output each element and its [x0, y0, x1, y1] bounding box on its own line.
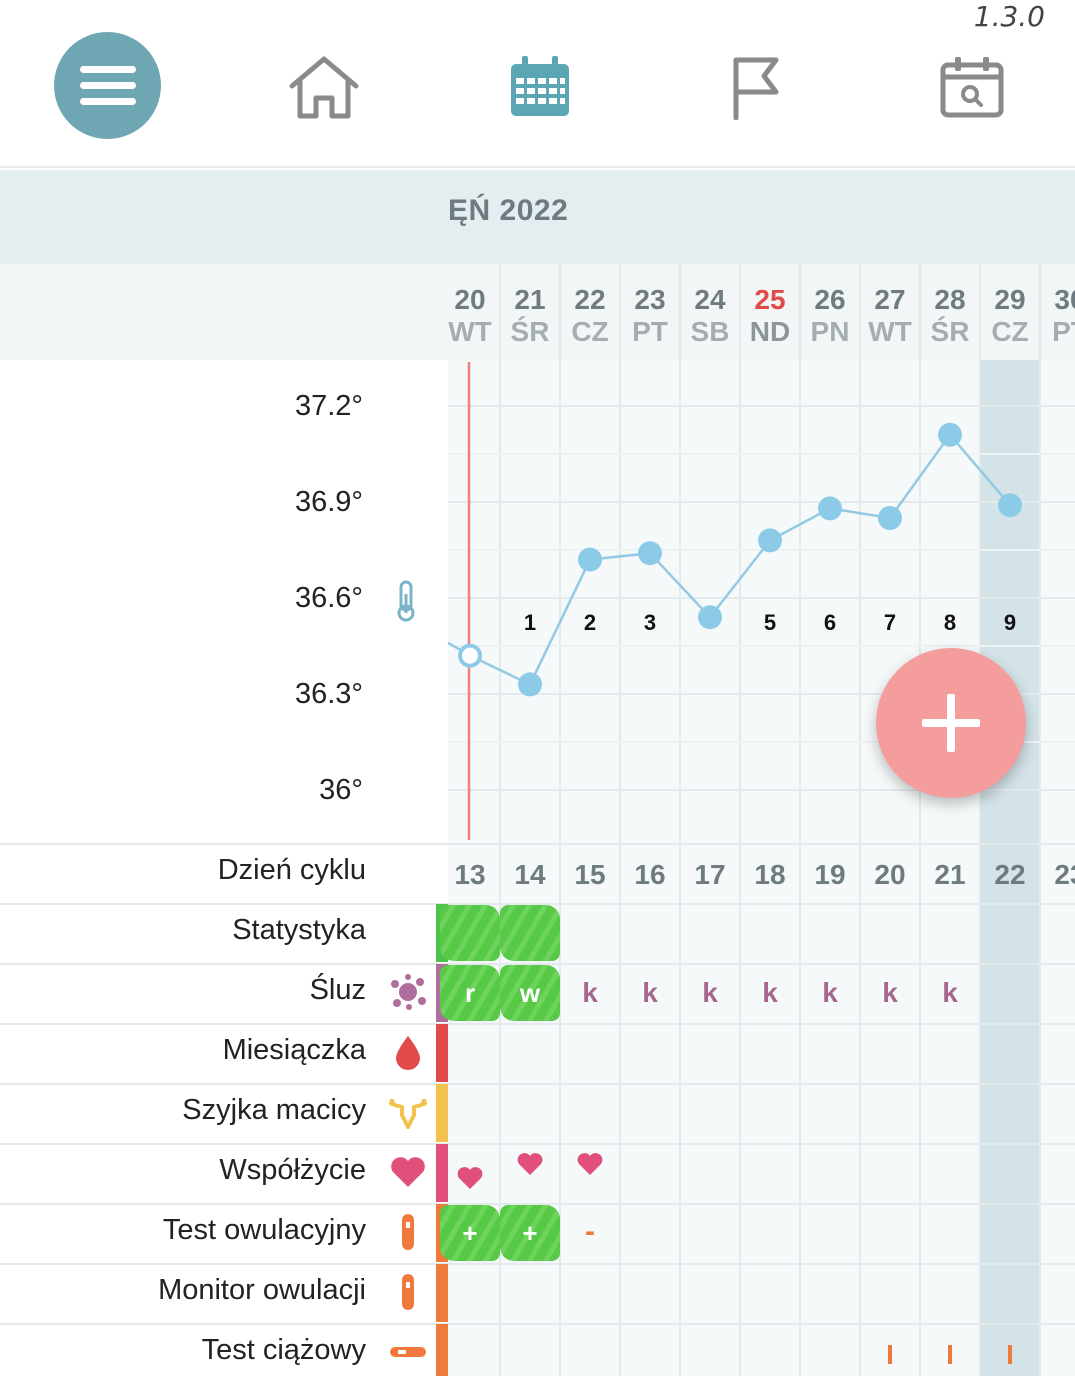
row-separator — [0, 1143, 1075, 1145]
temperature-point — [698, 605, 722, 630]
cycle-point-label: 2 — [584, 610, 596, 635]
add-entry-button[interactable] — [876, 648, 1026, 798]
cycle-day-number: 17 — [694, 859, 726, 890]
mucus-marker[interactable]: r — [440, 965, 500, 1021]
intercourse-heart-icon[interactable] — [576, 1151, 604, 1177]
pregnancy-test-value[interactable]: I — [860, 1339, 920, 1371]
pregnancy-test-value[interactable]: I — [980, 1339, 1040, 1371]
cycle-point-label: 6 — [824, 610, 836, 635]
temperature-point — [818, 496, 842, 521]
row-color-strip — [436, 1324, 448, 1376]
row-color-strip — [436, 1084, 448, 1142]
ovulation-test-marker[interactable]: + — [500, 1205, 560, 1261]
row-separator — [0, 843, 1075, 845]
temperature-point — [758, 528, 782, 553]
row-color-strip — [436, 1264, 448, 1322]
ovulation-test-value[interactable]: - — [560, 1215, 620, 1249]
row-label: Miesiączka — [222, 1034, 366, 1066]
stat-marker[interactable] — [500, 905, 560, 961]
row-label: Test owulacyjny — [162, 1214, 366, 1246]
temperature-point — [878, 506, 902, 530]
cycle-point-label: 9 — [1004, 610, 1016, 635]
mucus-marker[interactable]: w — [500, 965, 560, 1021]
row-color-strip — [436, 1144, 448, 1202]
app-screen: 1.3.0 ĘŃ 2022 20 WT 21 ŚR 22 CZ 23 PT 24… — [0, 0, 1075, 1376]
row-label: Współżycie — [219, 1154, 366, 1186]
mucus-value[interactable]: k — [620, 977, 680, 1009]
blood-drop-icon — [388, 1030, 428, 1074]
pregnancy-test-value[interactable]: I — [920, 1339, 980, 1371]
ovulation-test-marker[interactable]: + — [440, 1205, 500, 1261]
temperature-point — [638, 541, 662, 566]
splat-icon — [388, 970, 428, 1014]
mucus-value[interactable]: k — [920, 977, 980, 1009]
row-label: Śluz — [309, 974, 366, 1006]
mucus-value[interactable]: k — [740, 977, 800, 1009]
plus-icon — [922, 694, 980, 752]
temperature-point-open — [458, 643, 482, 668]
cycle-day-number: 14 — [514, 859, 546, 890]
row-color-strip — [436, 1024, 448, 1082]
ovulation-monitor-icon — [388, 1270, 428, 1314]
cycle-day-number: 20 — [874, 859, 906, 890]
cycle-point-label: 7 — [884, 610, 896, 635]
cycle-day-number: 13 — [454, 859, 486, 890]
temperature-point — [998, 493, 1022, 518]
uterus-icon — [388, 1090, 428, 1134]
cycle-point-label: 1 — [524, 610, 536, 635]
cycle-point-label: 5 — [764, 610, 776, 635]
temperature-point — [938, 422, 962, 447]
row-label: Szyjka macicy — [182, 1094, 366, 1126]
cycle-point-label: 8 — [944, 610, 956, 635]
intercourse-heart-icon[interactable] — [456, 1165, 484, 1191]
row-label: Test ciążowy — [201, 1334, 366, 1366]
stat-marker[interactable] — [440, 905, 500, 961]
row-separator — [0, 1323, 1075, 1325]
mucus-value[interactable]: k — [800, 977, 860, 1009]
cycle-day-number: 23 — [1054, 859, 1075, 890]
row-label: Statystyka — [232, 914, 366, 946]
temperature-point — [578, 547, 602, 572]
mucus-value[interactable]: k — [860, 977, 920, 1009]
cycle-day-number: 18 — [754, 859, 786, 890]
pregnancy-test-icon — [388, 1330, 428, 1374]
cycle-day-number: 21 — [934, 859, 966, 890]
cycle-point-label: 3 — [644, 610, 656, 635]
mucus-value[interactable]: k — [680, 977, 740, 1009]
row-separator — [0, 1083, 1075, 1085]
row-separator — [0, 1263, 1075, 1265]
row-label: Monitor owulacji — [158, 1274, 366, 1306]
cycle-day-number: 19 — [814, 859, 846, 890]
heart-icon — [388, 1150, 428, 1194]
intercourse-heart-icon[interactable] — [516, 1151, 544, 1177]
row-separator — [0, 1023, 1075, 1025]
cycle-day-number: 16 — [634, 859, 666, 890]
cycle-day-number: 15 — [574, 859, 606, 890]
row-label: Dzień cyklu — [217, 854, 366, 886]
mucus-value[interactable]: k — [560, 977, 620, 1009]
cycle-day-number: 22 — [994, 859, 1026, 890]
temperature-point — [518, 672, 542, 697]
ovulation-test-icon — [388, 1210, 428, 1254]
